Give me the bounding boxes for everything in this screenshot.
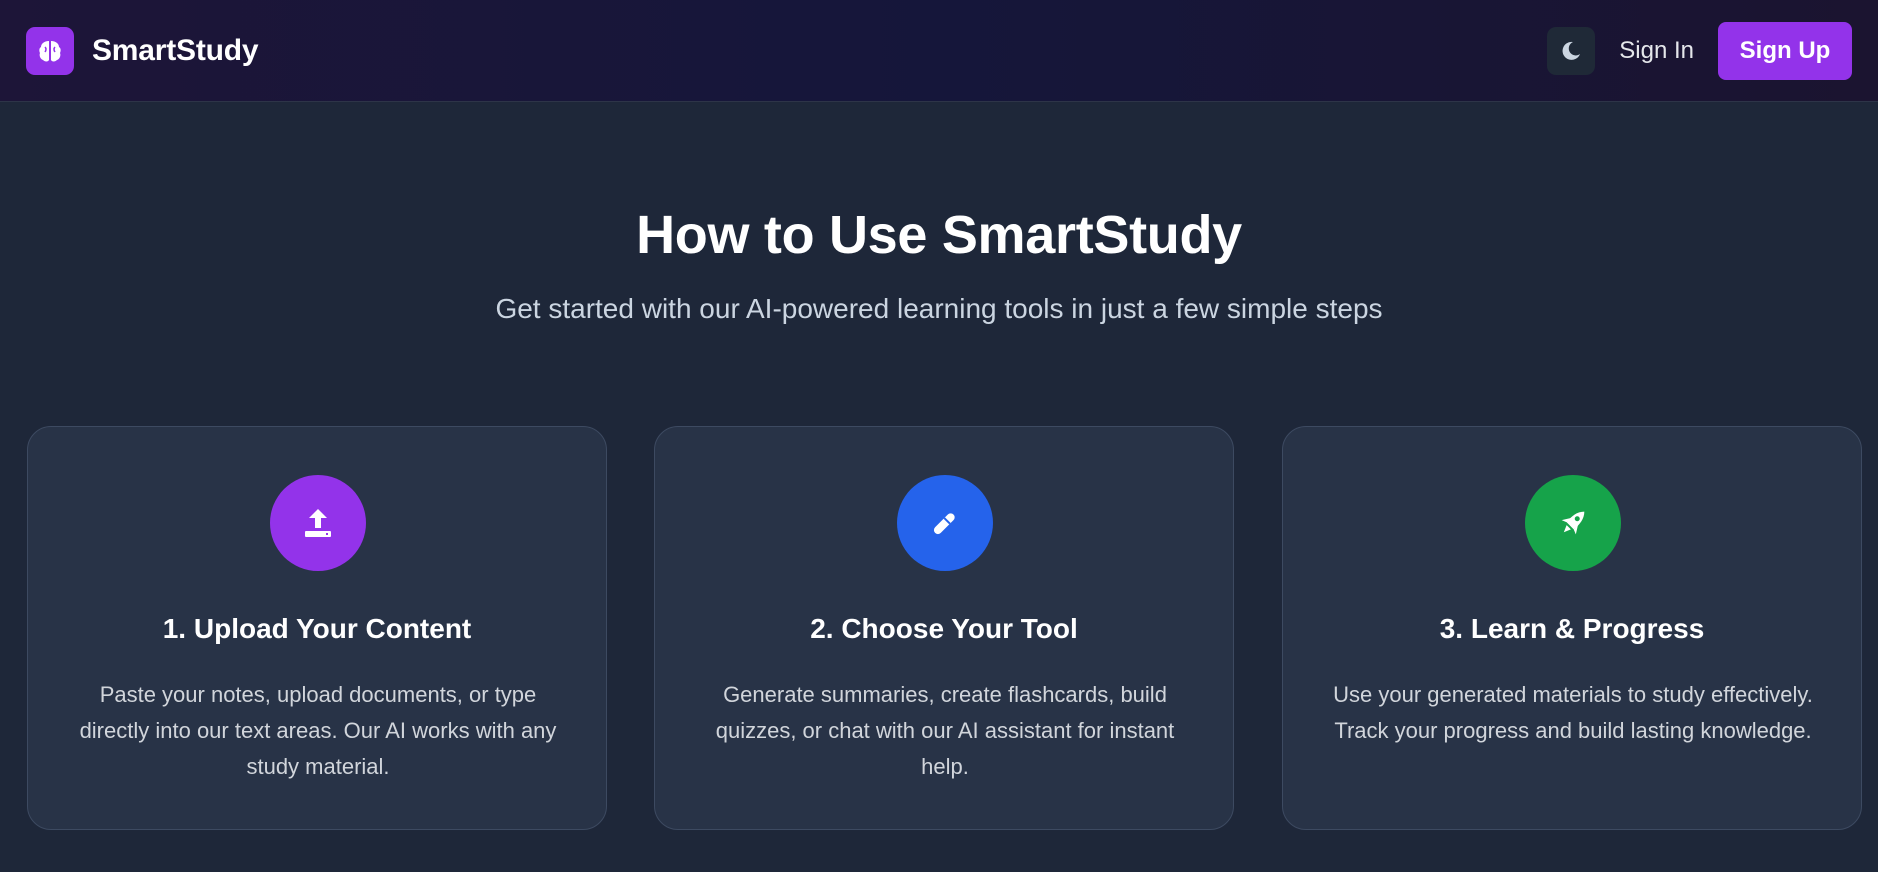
step-title: 1. Upload Your Content [162,613,472,644]
rocket-icon [1525,475,1621,571]
brand[interactable]: SmartStudy [26,26,259,75]
step-card-upload: 1. Upload Your Content Paste your notes,… [27,426,607,830]
page-title: How to Use SmartStudy [636,205,1242,265]
top-navbar: SmartStudy Sign In Sign Up [0,0,1878,102]
step-title: 3. Learn & Progress [1439,613,1705,644]
sign-in-link[interactable]: Sign In [1619,37,1694,65]
theme-toggle-button[interactable] [1547,26,1596,75]
brand-name: SmartStudy [92,33,259,67]
step-title: 2. Choose Your Tool [810,613,1078,644]
nav-actions: Sign In Sign Up [1547,21,1852,80]
step-description: Paste your notes, upload documents, or t… [79,682,557,779]
page-subtitle: Get started with our AI-powered learning… [495,293,1383,324]
upload-icon [270,475,366,571]
moon-icon [1562,41,1581,60]
sign-up-button[interactable]: Sign Up [1718,21,1852,80]
step-card-tool: 2. Choose Your Tool Generate summaries, … [654,426,1234,830]
brain-icon [26,26,74,75]
step-description: Use your generated materials to study ef… [1333,682,1813,743]
step-card-learn: 3. Learn & Progress Use your generated m… [1282,426,1862,830]
step-description: Generate summaries, create flashcards, b… [715,682,1175,779]
pen-icon [897,475,993,571]
